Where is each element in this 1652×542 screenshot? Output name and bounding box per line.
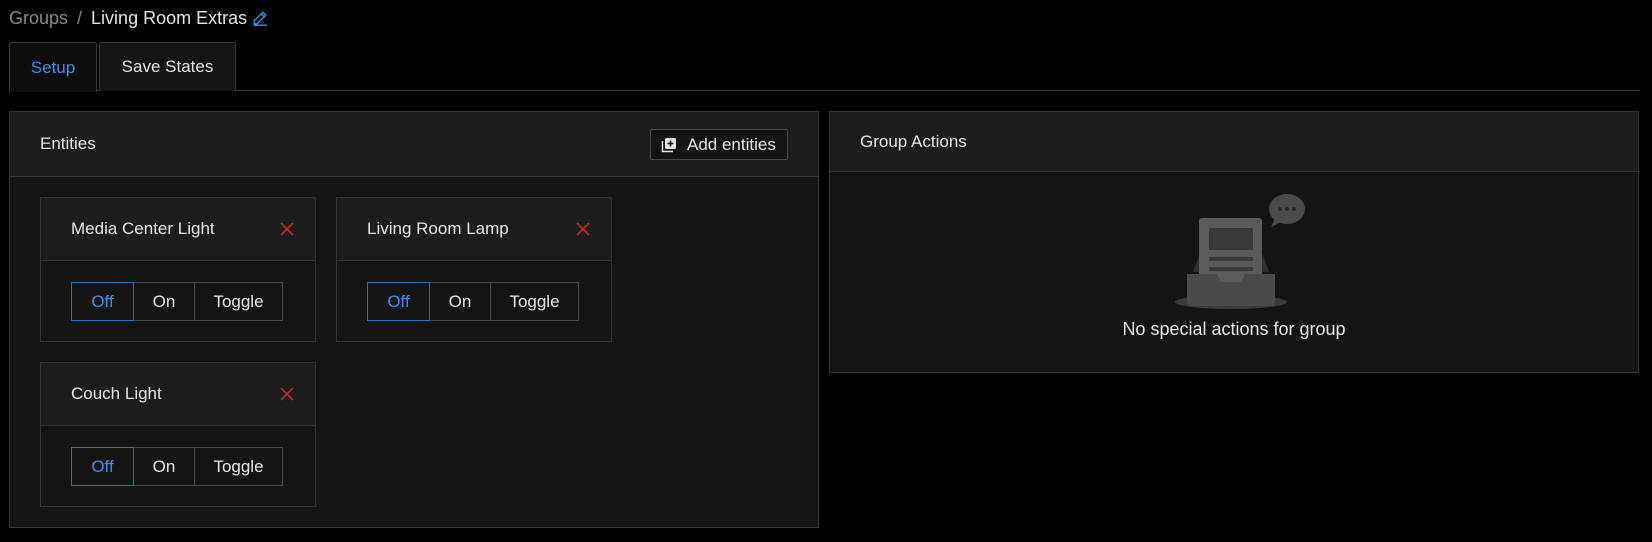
entity-name: Couch Light bbox=[71, 384, 162, 403]
add-box-icon bbox=[661, 137, 677, 153]
group-name: Living Room Extras bbox=[91, 7, 248, 28]
tab-setup[interactable]: Setup bbox=[9, 42, 97, 92]
add-entities-button[interactable]: Add entities bbox=[650, 129, 788, 160]
pencil-icon[interactable] bbox=[252, 10, 268, 26]
off-button[interactable]: Off bbox=[367, 282, 430, 321]
on-button[interactable]: On bbox=[429, 282, 491, 321]
entity-card-couch-light: Couch Light Off On Toggle bbox=[40, 362, 316, 507]
entities-title: Entities bbox=[40, 134, 96, 153]
state-button-group: Off On Toggle bbox=[367, 282, 579, 321]
close-icon[interactable] bbox=[279, 221, 295, 237]
off-button[interactable]: Off bbox=[71, 447, 134, 486]
entities-panel-header: Entities Add entities bbox=[10, 112, 818, 177]
toggle-button[interactable]: Toggle bbox=[194, 282, 283, 321]
tab-bar: Setup Save States bbox=[9, 42, 1640, 92]
on-button[interactable]: On bbox=[133, 282, 195, 321]
add-entities-label: Add entities bbox=[687, 134, 776, 154]
tab-save-states[interactable]: Save States bbox=[99, 42, 236, 91]
entity-card-living-room-lamp: Living Room Lamp Off On Toggle bbox=[336, 197, 612, 342]
on-button[interactable]: On bbox=[133, 447, 195, 486]
toggle-button[interactable]: Toggle bbox=[490, 282, 579, 321]
close-icon[interactable] bbox=[279, 386, 295, 402]
group-actions-panel: Group Actions No special actions for gro… bbox=[829, 111, 1639, 373]
empty-inbox-illustration bbox=[1175, 190, 1315, 310]
state-button-group: Off On Toggle bbox=[71, 447, 283, 486]
breadcrumb-groups-link[interactable]: Groups bbox=[9, 8, 68, 29]
empty-state-message: No special actions for group bbox=[1122, 319, 1346, 339]
entity-card-header: Media Center Light bbox=[41, 198, 315, 261]
state-button-group: Off On Toggle bbox=[71, 282, 283, 321]
toggle-button[interactable]: Toggle bbox=[194, 447, 283, 486]
off-button[interactable]: Off bbox=[71, 282, 134, 321]
entities-panel: Entities Add entities Media Center Light… bbox=[9, 111, 819, 528]
group-actions-header: Group Actions bbox=[830, 112, 1638, 172]
entity-name: Media Center Light bbox=[71, 219, 215, 238]
close-icon[interactable] bbox=[575, 221, 591, 237]
entity-card-header: Living Room Lamp bbox=[337, 198, 611, 261]
breadcrumb: Groups / Living Room Extras bbox=[9, 6, 268, 30]
entity-card-header: Couch Light bbox=[41, 363, 315, 426]
group-actions-title: Group Actions bbox=[860, 131, 967, 151]
entity-card-media-center-light: Media Center Light Off On Toggle bbox=[40, 197, 316, 342]
breadcrumb-separator: / bbox=[77, 7, 83, 28]
entity-name: Living Room Lamp bbox=[367, 219, 509, 238]
